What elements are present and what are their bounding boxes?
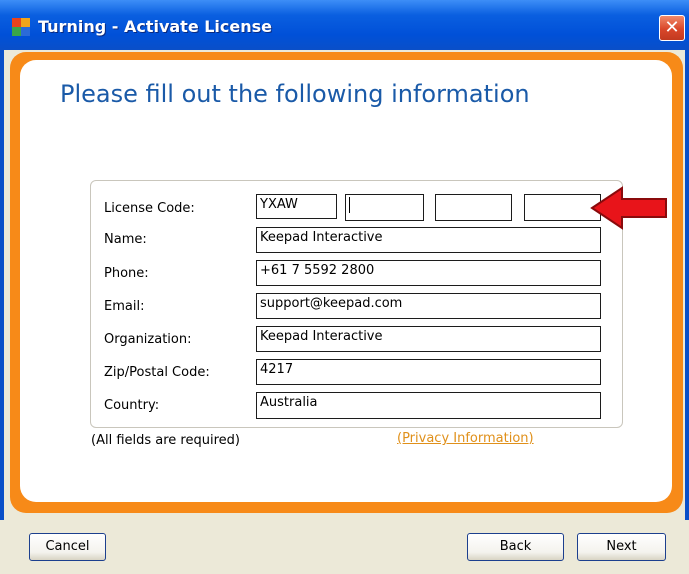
email-label: Email: (104, 299, 145, 314)
license-code-segment-1[interactable]: YXAW (256, 194, 337, 219)
app-logo-icon (12, 18, 30, 36)
organization-label: Organization: (104, 332, 192, 347)
next-button[interactable]: Next (577, 533, 666, 561)
email-field[interactable]: support@keepad.com (256, 293, 601, 319)
name-label: Name: (104, 232, 147, 247)
cancel-button[interactable]: Cancel (29, 533, 106, 561)
zip-code-field[interactable]: 4217 (256, 359, 601, 385)
page-heading: Please fill out the following informatio… (60, 80, 530, 108)
country-label: Country: (104, 398, 160, 413)
privacy-information-link[interactable]: (Privacy Information) (397, 431, 534, 446)
activate-license-window: Turning - Activate License ✕ Please fill… (0, 0, 689, 574)
required-fields-note: (All fields are required) (91, 433, 240, 448)
red-arrow-icon (590, 186, 667, 230)
license-code-segment-3[interactable] (435, 194, 512, 221)
window-frame-right (685, 50, 689, 520)
country-field[interactable]: Australia (256, 392, 601, 419)
close-icon: ✕ (664, 17, 680, 38)
phone-field[interactable]: +61 7 5592 2800 (256, 260, 601, 286)
phone-label: Phone: (104, 266, 149, 281)
organization-field[interactable]: Keepad Interactive (256, 326, 601, 352)
back-button[interactable]: Back (467, 533, 564, 561)
text-cursor (349, 197, 350, 213)
window-title: Turning - Activate License (38, 17, 273, 36)
zip-code-label: Zip/Postal Code: (104, 365, 210, 380)
license-code-label: License Code: (104, 201, 195, 216)
title-bar[interactable]: Turning - Activate License ✕ (0, 0, 689, 50)
close-button[interactable]: ✕ (659, 15, 685, 41)
window-frame-left (0, 50, 4, 520)
license-code-segment-2[interactable] (345, 194, 424, 221)
name-field[interactable]: Keepad Interactive (256, 227, 601, 253)
